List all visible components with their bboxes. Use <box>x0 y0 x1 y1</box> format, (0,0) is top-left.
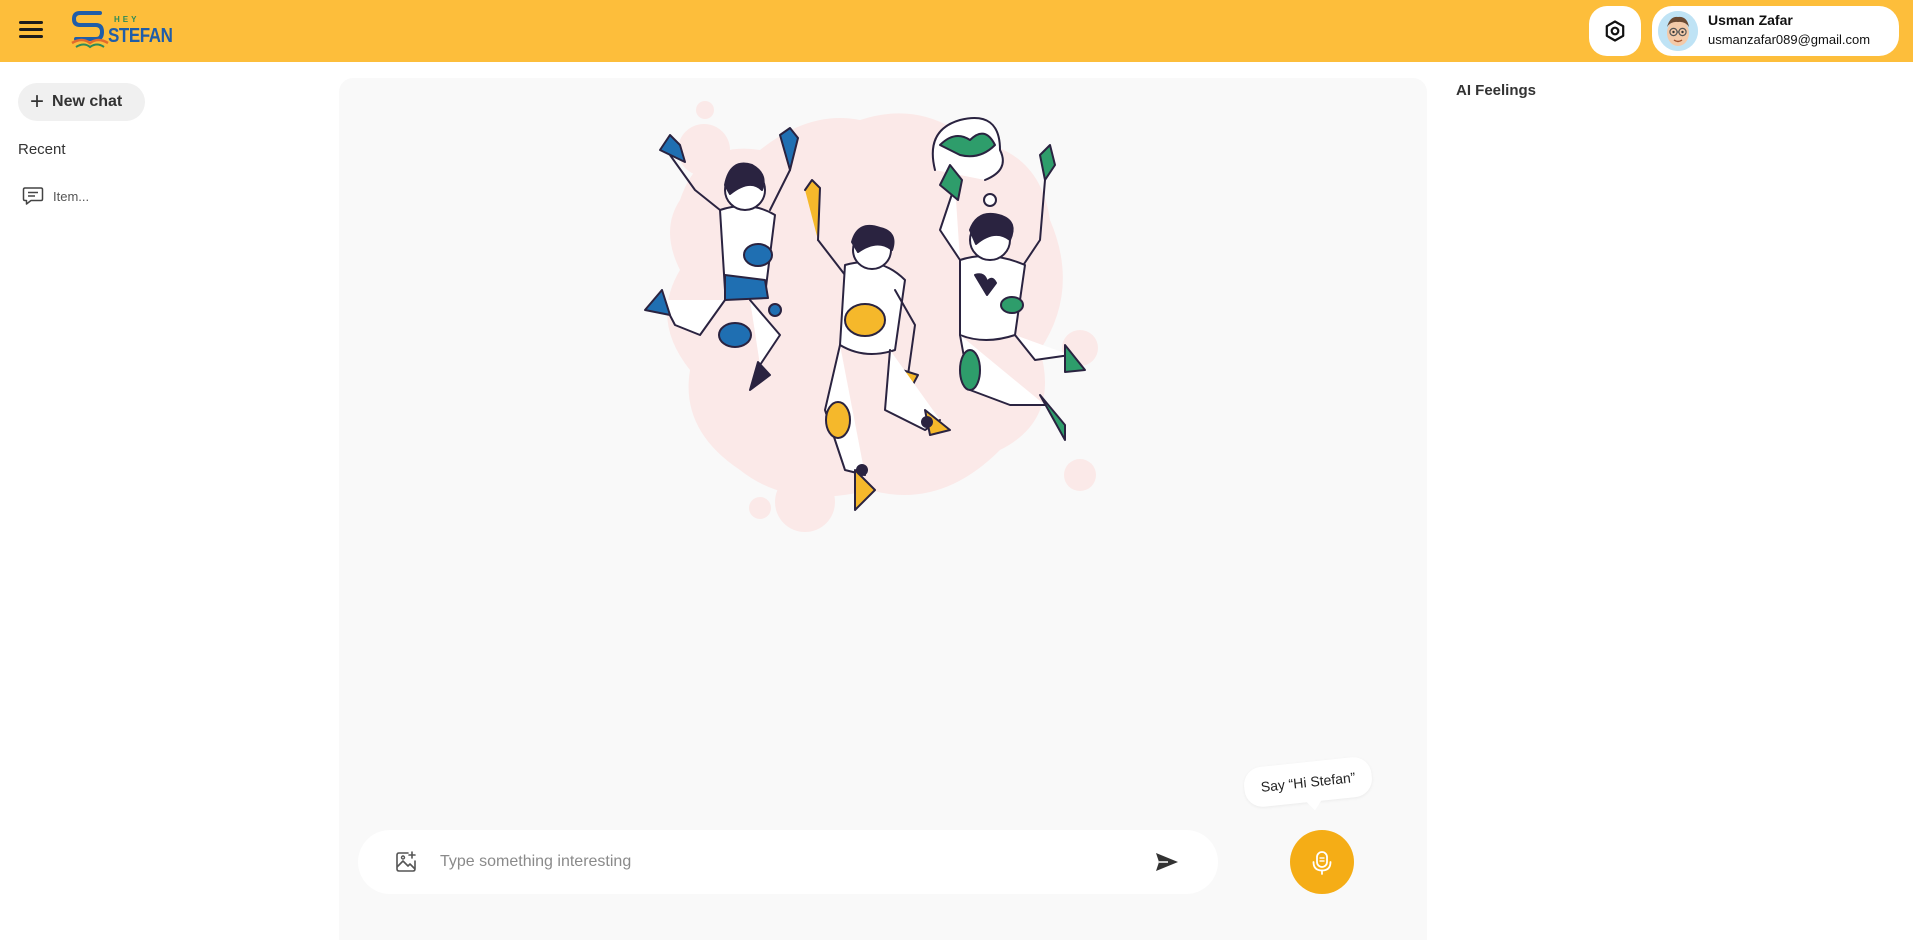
top-header: HEY STEFAN Usman Zafar usmanzafar089@gma… <box>0 0 1913 62</box>
chat-input-bar <box>358 830 1218 894</box>
send-arrow-icon[interactable] <box>1154 850 1180 874</box>
recent-chat-label: Item... <box>53 188 90 204</box>
recent-chat-item[interactable]: Item... <box>22 183 222 209</box>
jumping-people-illustration <box>644 101 1098 532</box>
chat-message-input[interactable] <box>440 846 1120 878</box>
avatar <box>1658 11 1698 51</box>
image-add-icon[interactable] <box>394 850 418 874</box>
hamburger-menu-icon[interactable] <box>19 18 47 44</box>
ai-feelings-title: AI Feelings <box>1456 82 1537 99</box>
chat-bubble-icon <box>22 187 44 205</box>
logo-tagline: HEY <box>114 15 140 24</box>
plus-icon: + <box>30 88 45 115</box>
user-email: usmanzafar089@gmail.com <box>1708 32 1871 47</box>
settings-hexagon-icon <box>1605 20 1625 42</box>
recent-heading: Recent <box>18 141 66 158</box>
logo-emblem <box>71 11 109 49</box>
user-name: Usman Zafar <box>1708 12 1793 28</box>
logo-wordmark: STEFAN <box>108 25 173 47</box>
user-profile-chip[interactable]: Usman Zafar usmanzafar089@gmail.com <box>1652 6 1899 56</box>
app-logo[interactable]: HEY STEFAN <box>70 9 173 51</box>
microphone-button[interactable] <box>1290 830 1354 894</box>
new-chat-button[interactable]: + New chat <box>18 83 145 121</box>
memoji-avatar-icon <box>1658 11 1698 51</box>
microphone-icon <box>1312 851 1332 875</box>
settings-button[interactable] <box>1589 6 1641 56</box>
new-chat-label: New chat <box>52 93 123 110</box>
